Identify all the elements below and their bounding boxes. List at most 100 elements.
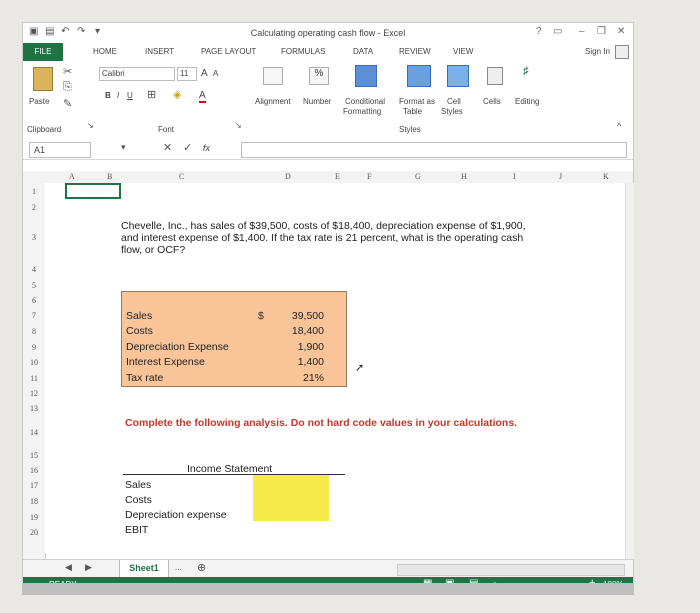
row-header-3[interactable]: 3 [25, 233, 43, 242]
column-header-f[interactable]: F [367, 172, 371, 181]
font-name-select[interactable]: Calibri [99, 67, 175, 81]
number-button[interactable]: Number [303, 97, 331, 106]
row-header-16[interactable]: 16 [25, 466, 43, 475]
input-value-interest[interactable]: 1,400 [298, 356, 324, 368]
tab-view[interactable]: VIEW [453, 47, 473, 56]
row-header-9[interactable]: 9 [25, 343, 43, 352]
column-header-h[interactable]: H [461, 172, 467, 181]
cancel-entry-icon[interactable]: ✕ [163, 141, 172, 154]
tab-data[interactable]: DATA [353, 47, 373, 56]
grow-font-button[interactable]: A [201, 68, 208, 79]
answer-cells[interactable] [253, 475, 329, 521]
formula-input[interactable] [241, 142, 627, 158]
format-painter-icon[interactable]: ✎ [63, 97, 72, 110]
clipboard-launcher-icon[interactable]: ↘ [87, 121, 94, 130]
row-header-12[interactable]: 12 [25, 389, 43, 398]
row-header-8[interactable]: 8 [25, 327, 43, 336]
borders-icon[interactable]: ⊞ [147, 88, 156, 101]
row-header-18[interactable]: 18 [25, 497, 43, 506]
row-header-7[interactable]: 7 [25, 311, 43, 320]
name-box-dropdown-icon[interactable]: ▾ [121, 142, 126, 153]
tab-insert[interactable]: INSERT [145, 47, 174, 56]
font-color-button[interactable]: A [199, 90, 206, 103]
tab-file[interactable]: FILE [23, 43, 63, 61]
row-header-17[interactable]: 17 [25, 481, 43, 490]
vertical-scrollbar[interactable] [625, 183, 634, 559]
row-header-11[interactable]: 11 [25, 374, 43, 383]
restore-icon[interactable]: ❐ [597, 26, 606, 37]
input-label-interest: Interest Expense [126, 356, 205, 368]
account-icon[interactable] [615, 45, 629, 59]
conditional-formatting-icon[interactable] [355, 65, 377, 87]
new-sheet-icon[interactable]: ⊕ [197, 561, 206, 574]
italic-button[interactable]: I [117, 91, 119, 100]
row-header-10[interactable]: 10 [25, 358, 43, 367]
paste-icon[interactable] [33, 67, 53, 91]
row-header-4[interactable]: 4 [25, 265, 43, 274]
fill-color-icon[interactable]: ◈ [173, 88, 181, 101]
column-header-c[interactable]: C [179, 172, 184, 181]
font-size-select[interactable]: 11 [177, 67, 197, 81]
row-header-5[interactable]: 5 [25, 281, 43, 290]
ribbon-display-icon[interactable]: ▭ [553, 26, 562, 37]
horizontal-scrollbar[interactable] [397, 564, 625, 576]
cell-styles-button[interactable]: Cell [447, 97, 461, 106]
tab-formulas[interactable]: FORMULAS [281, 47, 325, 56]
input-label-tax-rate: Tax rate [126, 372, 164, 384]
paste-label[interactable]: Paste [29, 97, 49, 106]
number-format-icon[interactable]: % [309, 67, 329, 85]
shrink-font-button[interactable]: A [213, 69, 218, 78]
column-header-b[interactable]: B [107, 172, 112, 181]
column-header-k[interactable]: K [603, 172, 609, 181]
tab-review[interactable]: REVIEW [399, 47, 431, 56]
input-value-depreciation[interactable]: 1,900 [298, 341, 324, 353]
cut-icon[interactable]: ✂ [63, 65, 72, 78]
minimize-icon[interactable]: – [579, 26, 585, 37]
tab-page-layout[interactable]: PAGE LAYOUT [201, 47, 256, 56]
input-value-costs[interactable]: 18,400 [292, 325, 324, 337]
sign-in-link[interactable]: Sign In [585, 47, 610, 56]
cells-button[interactable]: Cells [483, 97, 501, 106]
column-header-j[interactable]: J [559, 172, 562, 181]
row-header-20[interactable]: 20 [25, 528, 43, 537]
row-header-15[interactable]: 15 [25, 451, 43, 460]
row-header-14[interactable]: 14 [25, 428, 43, 437]
input-value-tax-rate[interactable]: 21% [303, 372, 324, 384]
editing-icon[interactable]: ♯ [523, 65, 529, 77]
row-header-13[interactable]: 13 [25, 404, 43, 413]
cell-styles-icon[interactable] [447, 65, 469, 87]
conditional-formatting-button[interactable]: Conditional [345, 97, 385, 106]
input-value-sales[interactable]: 39,500 [292, 310, 324, 322]
name-box[interactable]: A1 [29, 142, 91, 158]
alignment-button[interactable]: Alignment [255, 97, 291, 106]
row-header-19[interactable]: 19 [25, 513, 43, 522]
column-header-g[interactable]: G [415, 172, 421, 181]
cells-icon[interactable] [487, 67, 503, 85]
row-header-1[interactable]: 1 [25, 187, 43, 196]
sheet-tab-sheet1[interactable]: Sheet1 [119, 560, 169, 577]
sheet-overflow[interactable]: ... [175, 563, 182, 572]
prev-sheet-icon[interactable]: ◀ [65, 562, 72, 573]
row-header-2[interactable]: 2 [25, 203, 43, 212]
column-header-e[interactable]: E [335, 172, 340, 181]
selected-cell-a1[interactable] [65, 183, 121, 199]
row-header-6[interactable]: 6 [25, 296, 43, 305]
column-header-i[interactable]: I [513, 172, 516, 181]
bold-button[interactable]: B [105, 91, 111, 100]
alignment-icon[interactable] [263, 67, 283, 85]
help-button[interactable]: ? [536, 26, 542, 37]
close-icon[interactable]: ✕ [617, 26, 625, 37]
underline-button[interactable]: U [127, 91, 133, 100]
column-header-d[interactable]: D [285, 172, 291, 181]
copy-icon[interactable]: ⎘ [63, 81, 72, 94]
editing-button[interactable]: Editing [515, 97, 539, 106]
insert-function-button[interactable]: fx [203, 143, 210, 153]
font-launcher-icon[interactable]: ↘ [235, 121, 242, 130]
format-as-table-button[interactable]: Format as [399, 97, 435, 106]
tab-home[interactable]: HOME [93, 47, 117, 56]
collapse-ribbon-icon[interactable]: ^ [617, 121, 621, 131]
column-header-a[interactable]: A [69, 172, 75, 181]
format-as-table-icon[interactable] [407, 65, 431, 87]
next-sheet-icon[interactable]: ▶ [85, 562, 92, 573]
enter-entry-icon[interactable]: ✓ [183, 141, 192, 154]
